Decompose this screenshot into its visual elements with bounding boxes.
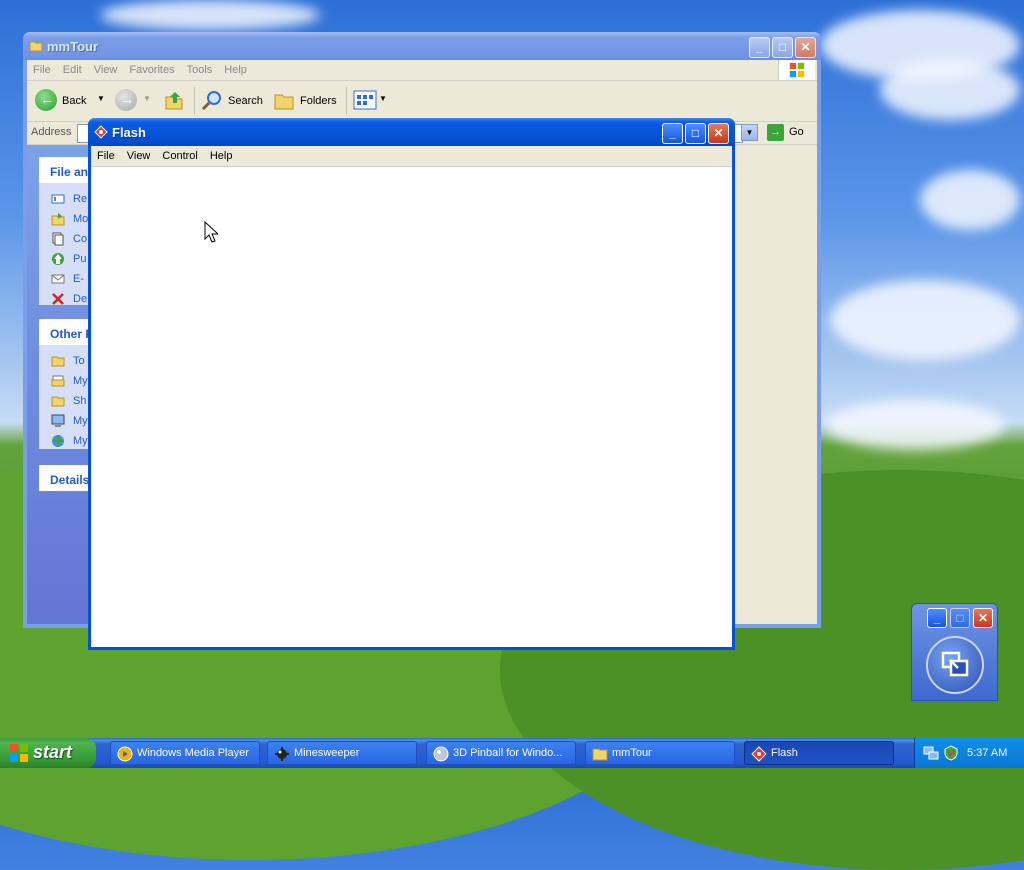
up-folder-button[interactable] (163, 89, 187, 113)
delete-icon (52, 293, 64, 305)
flash-window: Flash _ □ ✕ File View Control Help (88, 118, 735, 650)
flash-icon (94, 125, 108, 139)
close-button[interactable]: ✕ (795, 37, 816, 58)
flash-icon (751, 746, 767, 762)
taskbar: start Windows Media Player Minesweeper 3… (0, 738, 1024, 768)
network-icon (52, 435, 64, 447)
flash-menu-view[interactable]: View (121, 146, 157, 162)
mouse-cursor-icon (204, 221, 218, 243)
taskbar-button-mmtour[interactable]: mmTour (585, 741, 735, 765)
computer-icon (51, 414, 65, 427)
address-label: Address (31, 126, 72, 138)
back-button[interactable]: ← Back ▼ (35, 89, 105, 113)
explorer-titlebar[interactable]: mmTour _ □ ✕ (23, 32, 821, 60)
flash-title: Flash (112, 125, 146, 140)
minimize-button[interactable]: _ (749, 37, 770, 58)
email-icon (51, 274, 65, 284)
go-button[interactable]: → Go (767, 123, 807, 142)
start-label: start (33, 742, 73, 762)
close-button[interactable]: ✕ (973, 608, 993, 628)
taskbar-button-pinball[interactable]: 3D Pinball for Windo... (426, 741, 576, 765)
minimize-button[interactable]: _ (662, 123, 683, 144)
chevron-down-icon: ▼ (379, 94, 387, 103)
forward-button[interactable]: → ▼ (115, 89, 151, 113)
taskbar-button-media-player[interactable]: Windows Media Player (110, 741, 260, 765)
rename-icon (51, 194, 65, 204)
documents-icon (51, 375, 65, 387)
shared-folder-icon (51, 396, 65, 407)
network-tray-icon[interactable] (923, 745, 939, 761)
folder-icon (51, 356, 65, 367)
go-arrow-icon: → (767, 124, 784, 141)
forward-arrow-icon: → (115, 89, 137, 111)
flash-client: File View Control Help (91, 146, 732, 647)
clock[interactable]: 5:37 AM (967, 747, 1007, 759)
flash-menubar: File View Control Help (91, 146, 732, 167)
mini-window: _ □ ✕ (911, 603, 998, 701)
folder-icon (29, 41, 43, 52)
toolbar-separator (194, 87, 195, 115)
minimize-button[interactable]: _ (927, 608, 947, 628)
taskbar-button-flash[interactable]: Flash (744, 741, 894, 765)
minesweeper-icon (275, 747, 289, 761)
flash-menu-file[interactable]: File (91, 146, 121, 162)
back-arrow-icon: ← (35, 89, 57, 111)
close-button[interactable]: ✕ (708, 123, 729, 144)
system-tray: 5:37 AM (914, 738, 1024, 768)
folders-icon (274, 94, 294, 110)
security-tray-icon[interactable] (943, 745, 959, 761)
flash-menu-control[interactable]: Control (156, 146, 203, 162)
chevron-down-icon: ▼ (143, 94, 151, 103)
back-label: Back (62, 95, 87, 107)
explorer-title: mmTour (47, 39, 99, 54)
search-icon (201, 91, 221, 111)
taskbar-button-minesweeper[interactable]: Minesweeper (267, 741, 417, 765)
flash-menu-help[interactable]: Help (204, 146, 239, 162)
explorer-toolbar: ← Back ▼ → ▼ Search Folders ▼ (27, 81, 817, 122)
move-icon (51, 213, 65, 226)
toolbar-separator (346, 87, 347, 115)
search-button[interactable]: Search (201, 89, 265, 113)
search-label: Search (228, 95, 263, 107)
menu-tools[interactable]: Tools (181, 60, 219, 76)
menu-favorites[interactable]: Favorites (123, 60, 180, 76)
menu-file[interactable]: File (27, 60, 57, 76)
go-label: Go (789, 126, 804, 138)
address-dropdown-button[interactable]: ▼ (741, 124, 758, 141)
windows-logo-icon (778, 60, 815, 80)
maximize-button[interactable]: □ (950, 608, 970, 628)
folders-button[interactable]: Folders (273, 89, 343, 113)
flash-movie-area[interactable] (91, 167, 732, 647)
menu-edit[interactable]: Edit (57, 60, 88, 76)
menu-help[interactable]: Help (218, 60, 253, 76)
start-button[interactable]: start (0, 738, 96, 768)
views-icon (353, 90, 377, 110)
views-button[interactable]: ▼ (353, 89, 387, 113)
flash-titlebar[interactable]: Flash _ □ ✕ (88, 118, 735, 146)
menu-view[interactable]: View (88, 60, 124, 76)
folder-icon (592, 748, 608, 761)
folders-label: Folders (300, 95, 337, 107)
copy-icon (52, 232, 64, 246)
chevron-down-icon: ▼ (97, 94, 105, 103)
publish-icon (52, 253, 64, 265)
maximize-button[interactable]: □ (772, 37, 793, 58)
windows-flag-icon (10, 744, 28, 762)
explorer-menubar: File Edit View Favorites Tools Help (27, 60, 817, 81)
restore-icon[interactable] (926, 636, 984, 694)
up-folder-icon (165, 92, 183, 110)
maximize-button[interactable]: □ (685, 123, 706, 144)
pinball-icon (433, 746, 449, 762)
media-player-icon (117, 746, 133, 762)
